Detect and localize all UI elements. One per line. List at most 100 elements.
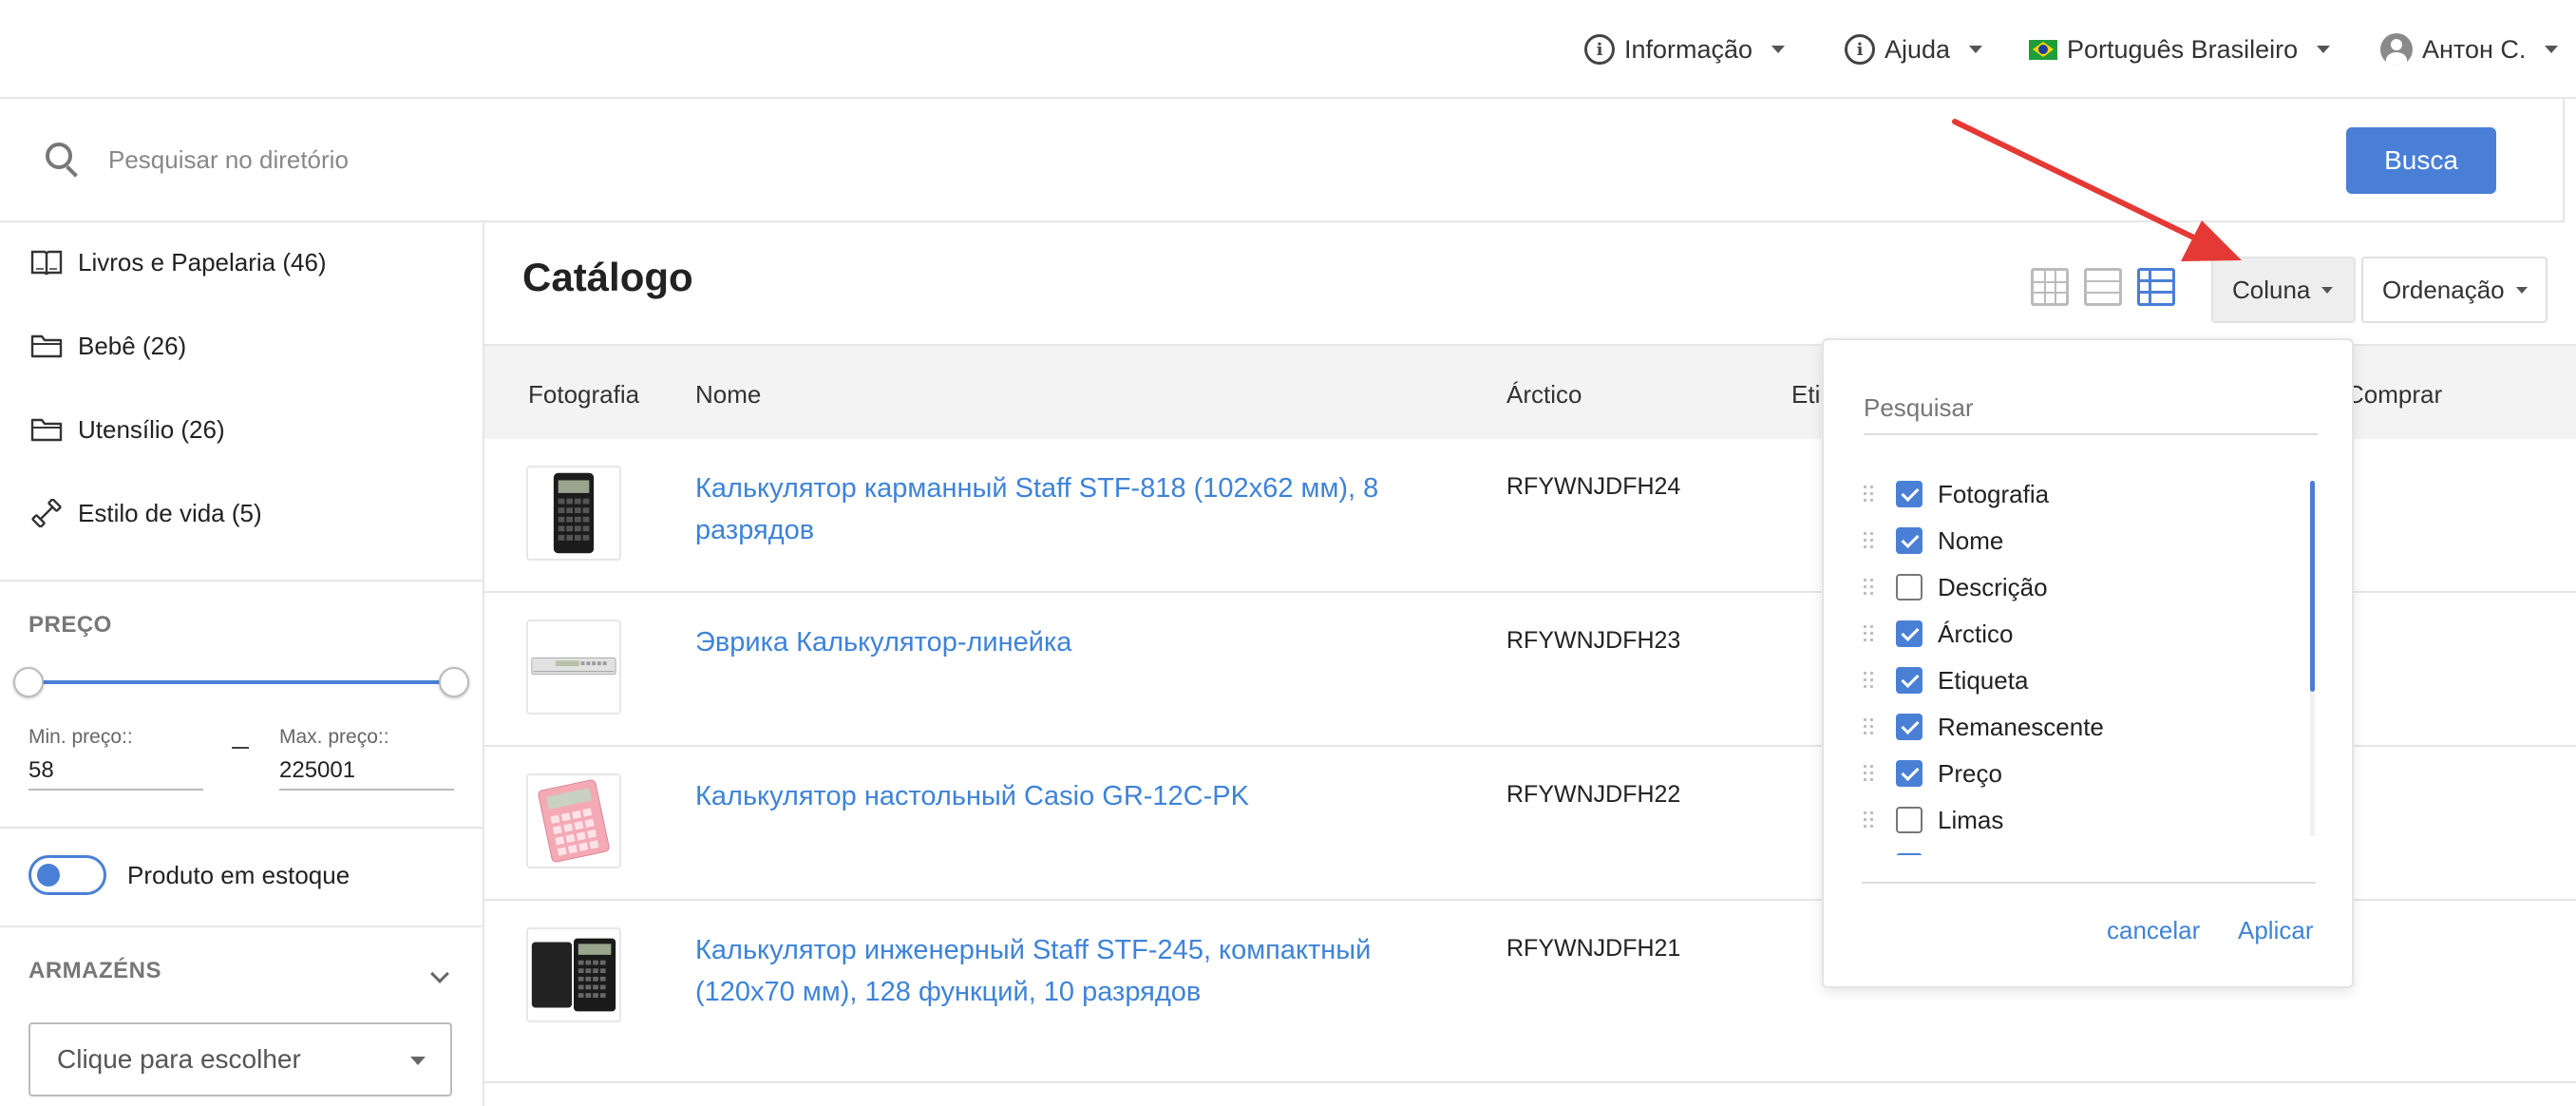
search-button[interactable]: Busca: [2346, 127, 2496, 194]
max-price-input[interactable]: [279, 753, 454, 791]
product-name-link[interactable]: Эврика Калькулятор-линейка: [695, 621, 1417, 663]
user-avatar-icon: [2380, 33, 2413, 66]
caret-down-icon: [410, 1057, 426, 1065]
column-option-fotografia[interactable]: Fotografia: [1862, 475, 2049, 513]
sidebar: Livros e Papelaria (46) Bebê (26) Utensí…: [0, 222, 484, 1106]
column-header-buy[interactable]: Comprar: [2346, 380, 2442, 410]
top-bar: i Informação i Ajuda Português Brasileir…: [0, 0, 2576, 99]
column-header-photo[interactable]: Fotografia: [528, 380, 639, 410]
drag-handle-icon[interactable]: [1862, 530, 1877, 551]
sort-button[interactable]: Ordenação: [2361, 257, 2548, 323]
drag-handle-icon[interactable]: [1862, 623, 1877, 644]
column-search-input[interactable]: [1864, 382, 2318, 435]
user-menu[interactable]: Антон С.: [2380, 0, 2559, 99]
column-option-label: Árctico: [1938, 619, 2014, 648]
product-thumbnail[interactable]: [526, 620, 621, 715]
column-option-preco[interactable]: Preço: [1862, 754, 2002, 792]
checkbox[interactable]: [1896, 807, 1923, 833]
column-option-partial[interactable]: [1862, 848, 1938, 855]
warehouse-select-placeholder: Clique para escolher: [57, 1044, 301, 1074]
column-option-label: Fotografia: [1938, 479, 2050, 508]
column-option-descricao[interactable]: Descrição: [1862, 568, 2048, 606]
search-icon: [46, 143, 72, 169]
sort-button-label: Ordenação: [2382, 275, 2505, 304]
category-label: Estilo de vida (5): [78, 498, 262, 527]
drag-handle-icon[interactable]: [1862, 670, 1877, 691]
price-slider-track[interactable]: [28, 680, 454, 684]
checkbox[interactable]: [1896, 714, 1923, 740]
catalog-search-input[interactable]: [108, 133, 1628, 186]
column-option-nome[interactable]: Nome: [1862, 522, 2003, 560]
calculator-ruler-image: [531, 657, 616, 676]
caret-down-icon: [2321, 286, 2334, 294]
column-list-scrollbar-thumb[interactable]: [2310, 481, 2315, 692]
column-option-label: Remanescente: [1938, 712, 2104, 741]
category-baby[interactable]: Bebê (26): [30, 327, 186, 365]
apply-button[interactable]: Aplicar: [2238, 916, 2313, 945]
info-icon: i: [1584, 34, 1615, 65]
table-view-icon[interactable]: [2137, 268, 2175, 306]
grid-view-icon[interactable]: [2031, 268, 2069, 306]
column-header-tag[interactable]: Eti: [1791, 380, 1820, 410]
checkbox[interactable]: [1896, 667, 1923, 694]
language-menu-label: Português Brasileiro: [2067, 34, 2299, 64]
column-option-label: Etiqueta: [1938, 665, 2029, 695]
help-menu-label: Ajuda: [1885, 34, 1951, 64]
product-sku: RFYWNJDFH23: [1506, 627, 1681, 654]
search-bar: Busca: [0, 99, 2565, 222]
drag-handle-icon[interactable]: [1862, 484, 1877, 505]
warehouse-select[interactable]: Clique para escolher: [28, 1022, 452, 1096]
price-slider-max-handle[interactable]: [439, 667, 469, 697]
info-menu[interactable]: i Informação: [1584, 0, 1786, 99]
column-button[interactable]: Coluna: [2211, 257, 2356, 323]
divider: [0, 827, 483, 829]
column-header-name[interactable]: Nome: [695, 380, 761, 410]
checkbox[interactable]: [1896, 481, 1923, 507]
column-option-remanescente[interactable]: Remanescente: [1862, 708, 2104, 746]
checkbox[interactable]: [1896, 620, 1923, 647]
drag-handle-icon[interactable]: [1862, 763, 1877, 784]
language-menu[interactable]: Português Brasileiro: [2029, 0, 2331, 99]
divider: [1862, 882, 2316, 884]
price-slider-min-handle[interactable]: [13, 667, 44, 697]
cancel-button[interactable]: cancelar: [2107, 916, 2200, 945]
drag-handle-icon[interactable]: [1862, 577, 1877, 598]
price-range-dash: [232, 747, 249, 749]
chevron-down-icon[interactable]: [430, 964, 449, 983]
drag-handle-icon[interactable]: [1862, 716, 1877, 737]
product-name-link[interactable]: Калькулятор карманный Staff STF-818 (102…: [695, 467, 1417, 551]
info-icon: i: [1845, 34, 1875, 65]
product-thumbnail[interactable]: [526, 773, 621, 868]
max-price-label: Max. preço::: [279, 726, 389, 748]
list-view-icon[interactable]: [2084, 268, 2122, 306]
checkbox[interactable]: [1896, 527, 1923, 554]
help-menu[interactable]: i Ajuda: [1845, 0, 1983, 99]
min-price-input[interactable]: [28, 753, 203, 791]
in-stock-label: Produto em estoque: [127, 861, 350, 889]
page-title: Catálogo: [522, 255, 693, 299]
in-stock-toggle[interactable]: [28, 855, 106, 895]
category-books[interactable]: Livros e Papelaria (46): [30, 243, 327, 281]
min-price-label: Min. preço::: [28, 726, 133, 748]
checkbox[interactable]: [1896, 574, 1923, 601]
product-name-link[interactable]: Калькулятор инженерный Staff STF-245, ко…: [695, 929, 1417, 1013]
column-header-sku[interactable]: Árctico: [1506, 380, 1582, 410]
category-utensils[interactable]: Utensílio (26): [30, 410, 225, 448]
book-icon: [30, 250, 63, 276]
folder-icon: [30, 334, 63, 358]
product-thumbnail[interactable]: [526, 927, 621, 1022]
column-option-label: Preço: [1938, 758, 2002, 788]
drag-handle-icon[interactable]: [1862, 810, 1877, 830]
column-option-arctico[interactable]: Árctico: [1862, 615, 2013, 653]
caret-down-icon: [2317, 46, 2331, 53]
column-option-limas[interactable]: Limas: [1862, 801, 2003, 839]
category-lifestyle[interactable]: Estilo de vida (5): [30, 494, 262, 532]
column-option-etiqueta[interactable]: Etiqueta: [1862, 661, 2028, 699]
product-name-link[interactable]: Калькулятор настольный Casio GR-12C-PK: [695, 775, 1417, 817]
checkbox[interactable]: [1896, 853, 1923, 855]
warehouses-section-title: ARMAZÉNS: [28, 958, 161, 983]
product-thumbnail[interactable]: [526, 466, 621, 561]
product-sku: RFYWNJDFH22: [1506, 781, 1681, 808]
checkbox[interactable]: [1896, 760, 1923, 787]
column-option-label: Descrição: [1938, 572, 2048, 601]
